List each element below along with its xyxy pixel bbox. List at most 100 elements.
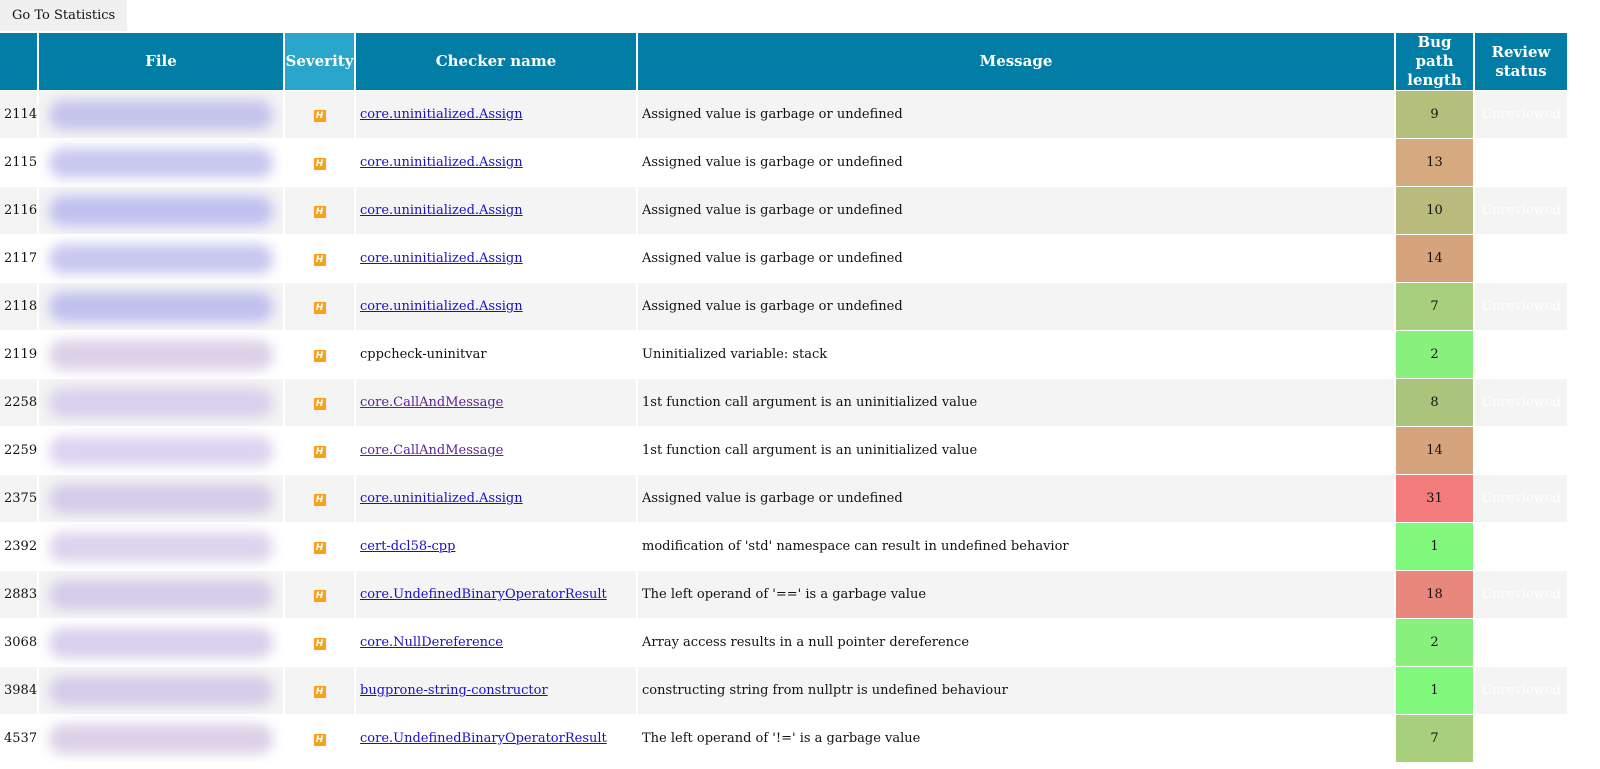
table-row[interactable]: 2258 H core.CallAndMessage 1st function … bbox=[0, 379, 1567, 427]
message-cell: 1st function call argument is an uniniti… bbox=[638, 427, 1394, 475]
column-header-bug-path-length[interactable]: Bug path length bbox=[1396, 33, 1473, 91]
file-cell[interactable] bbox=[39, 571, 283, 619]
table-row[interactable]: 2118 H core.uninitialized.Assign Assigne… bbox=[0, 283, 1567, 331]
severity-high-icon: H bbox=[313, 494, 326, 506]
blurred-file-path bbox=[49, 723, 273, 754]
checker-link[interactable]: bugprone-string-constructor bbox=[360, 683, 548, 698]
file-cell[interactable] bbox=[39, 235, 283, 283]
header-text: Bug path bbox=[1415, 33, 1454, 70]
column-header-checker-name[interactable]: Checker name bbox=[356, 33, 636, 91]
column-header-review-status[interactable]: Review status bbox=[1475, 33, 1567, 91]
blurred-file-path bbox=[49, 435, 273, 466]
blurred-file-path bbox=[49, 291, 273, 322]
severity-high-icon: H bbox=[313, 158, 326, 170]
file-cell[interactable] bbox=[39, 331, 283, 379]
review-status-cell: Unreviewed bbox=[1475, 667, 1567, 715]
bug-path-length-cell: 10 bbox=[1396, 187, 1473, 235]
file-cell[interactable] bbox=[39, 427, 283, 475]
severity-high-icon: H bbox=[313, 398, 326, 410]
column-header-id[interactable] bbox=[0, 33, 37, 91]
review-status-cell: Unreviewed bbox=[1475, 91, 1567, 139]
checker-link[interactable]: core.uninitialized.Assign bbox=[360, 251, 523, 266]
table-row[interactable]: 2392 H cert-dcl58-cpp modification of 's… bbox=[0, 523, 1567, 571]
checker-cell: core.uninitialized.Assign bbox=[356, 475, 636, 523]
table-row[interactable]: 3984 H bugprone-string-constructor const… bbox=[0, 667, 1567, 715]
file-cell[interactable] bbox=[39, 379, 283, 427]
file-cell[interactable] bbox=[39, 619, 283, 667]
report-id: 2117 bbox=[0, 235, 37, 283]
blurred-file-path bbox=[49, 243, 273, 274]
blurred-file-path bbox=[49, 195, 273, 226]
severity-cell: H bbox=[285, 715, 354, 763]
table-row[interactable]: 4537 H core.UndefinedBinaryOperatorResul… bbox=[0, 715, 1567, 763]
severity-cell: H bbox=[285, 667, 354, 715]
message-cell: The left operand of '==' is a garbage va… bbox=[638, 571, 1394, 619]
severity-cell: H bbox=[285, 139, 354, 187]
blurred-file-path bbox=[49, 387, 273, 418]
checker-link[interactable]: core.NullDereference bbox=[360, 635, 503, 650]
checker-cell: core.UndefinedBinaryOperatorResult bbox=[356, 571, 636, 619]
checker-link[interactable]: core.UndefinedBinaryOperatorResult bbox=[360, 587, 607, 602]
header-text: status bbox=[1495, 61, 1547, 80]
severity-high-icon: H bbox=[313, 110, 326, 122]
bug-path-length-cell: 13 bbox=[1396, 139, 1473, 187]
review-status-cell: Unreviewed bbox=[1475, 379, 1567, 427]
checker-link[interactable]: core.uninitialized.Assign bbox=[360, 491, 523, 506]
go-to-statistics-button[interactable]: Go To Statistics bbox=[0, 0, 128, 31]
checker-cell: core.uninitialized.Assign bbox=[356, 283, 636, 331]
header-text: length bbox=[1407, 71, 1462, 89]
table-row[interactable]: 2117 H core.uninitialized.Assign Assigne… bbox=[0, 235, 1567, 283]
checker-cell: core.UndefinedBinaryOperatorResult bbox=[356, 715, 636, 763]
table-row[interactable]: 2119 H cppcheck-uninitvar Uninitialized … bbox=[0, 331, 1567, 379]
checker-link[interactable]: core.CallAndMessage bbox=[360, 443, 503, 458]
blurred-file-path bbox=[49, 99, 273, 130]
review-status-cell: Unreviewed bbox=[1475, 331, 1567, 379]
table-row[interactable]: 2375 H core.uninitialized.Assign Assigne… bbox=[0, 475, 1567, 523]
file-cell[interactable] bbox=[39, 187, 283, 235]
table-row[interactable]: 2259 H core.CallAndMessage 1st function … bbox=[0, 427, 1567, 475]
table-row[interactable]: 2115 H core.uninitialized.Assign Assigne… bbox=[0, 139, 1567, 187]
blurred-file-path bbox=[49, 627, 273, 658]
severity-cell: H bbox=[285, 475, 354, 523]
table-row[interactable]: 2116 H core.uninitialized.Assign Assigne… bbox=[0, 187, 1567, 235]
report-id: 2392 bbox=[0, 523, 37, 571]
checker-link[interactable]: cert-dcl58-cpp bbox=[360, 539, 455, 554]
message-cell: Assigned value is garbage or undefined bbox=[638, 187, 1394, 235]
severity-cell: H bbox=[285, 283, 354, 331]
severity-cell: H bbox=[285, 523, 354, 571]
severity-cell: H bbox=[285, 619, 354, 667]
checker-link[interactable]: core.uninitialized.Assign bbox=[360, 155, 523, 170]
file-cell[interactable] bbox=[39, 475, 283, 523]
file-cell[interactable] bbox=[39, 139, 283, 187]
column-header-message[interactable]: Message bbox=[638, 33, 1394, 91]
table-row[interactable]: 3068 H core.NullDereference Array access… bbox=[0, 619, 1567, 667]
bug-path-length-cell: 9 bbox=[1396, 91, 1473, 139]
file-cell[interactable] bbox=[39, 523, 283, 571]
severity-cell: H bbox=[285, 235, 354, 283]
table-row[interactable]: 2114 H core.uninitialized.Assign Assigne… bbox=[0, 91, 1567, 139]
table-row[interactable]: 2883 H core.UndefinedBinaryOperatorResul… bbox=[0, 571, 1567, 619]
message-cell: Assigned value is garbage or undefined bbox=[638, 475, 1394, 523]
column-header-severity[interactable]: Severity bbox=[285, 33, 354, 91]
file-cell[interactable] bbox=[39, 283, 283, 331]
file-cell[interactable] bbox=[39, 715, 283, 763]
bug-path-length-cell: 31 bbox=[1396, 475, 1473, 523]
column-header-file[interactable]: File bbox=[39, 33, 283, 91]
severity-high-icon: H bbox=[313, 542, 326, 554]
bug-path-length-cell: 14 bbox=[1396, 235, 1473, 283]
severity-high-icon: H bbox=[313, 254, 326, 266]
checker-link[interactable]: core.CallAndMessage bbox=[360, 395, 503, 410]
checker-cell: core.uninitialized.Assign bbox=[356, 187, 636, 235]
checker-link[interactable]: core.UndefinedBinaryOperatorResult bbox=[360, 731, 607, 746]
severity-cell: H bbox=[285, 379, 354, 427]
severity-high-icon: H bbox=[313, 734, 326, 746]
checker-link[interactable]: core.uninitialized.Assign bbox=[360, 203, 523, 218]
severity-cell: H bbox=[285, 331, 354, 379]
blurred-file-path bbox=[49, 579, 273, 610]
file-cell[interactable] bbox=[39, 667, 283, 715]
review-status-cell: Unreviewed bbox=[1475, 283, 1567, 331]
file-cell[interactable] bbox=[39, 91, 283, 139]
checker-link[interactable]: core.uninitialized.Assign bbox=[360, 299, 523, 314]
report-id: 2259 bbox=[0, 427, 37, 475]
checker-link[interactable]: core.uninitialized.Assign bbox=[360, 107, 523, 122]
